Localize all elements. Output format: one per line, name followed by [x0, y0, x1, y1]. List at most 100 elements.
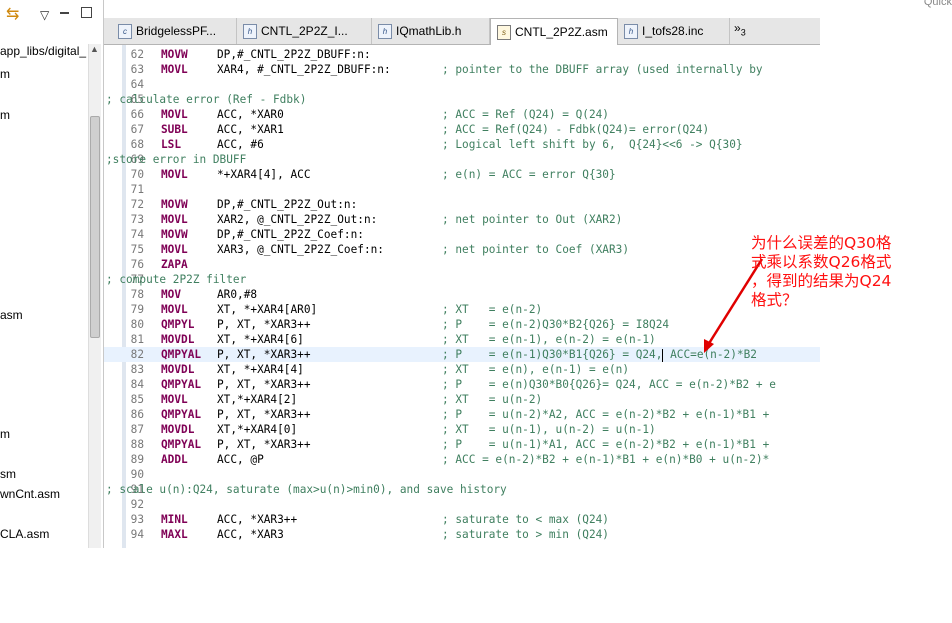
- tab-1[interactable]: c BridgelessPF...: [112, 18, 237, 44]
- code-text: MOVL *+XAR4[4], ACC ; e(n) = ACC = error Q…: [161, 167, 616, 182]
- code-line[interactable]: 73 MOVL XAR2, @_CNTL_2P2Z_Out:n: ; net poin…: [104, 212, 820, 227]
- code-line[interactable]: 66 MOVL ACC, *XAR0 ; ACC = Ref (Q24) = Q(24…: [104, 107, 820, 122]
- code-text: ; compute 2P2Z filter: [106, 272, 246, 287]
- tab-5[interactable]: h I_tofs28.inc: [618, 18, 730, 44]
- asm-file-icon: s: [497, 25, 511, 41]
- line-number: 70: [130, 168, 144, 181]
- instruction: QMPYAL: [161, 408, 202, 421]
- line-number: 73: [130, 213, 144, 226]
- instruction: MOVW: [161, 228, 188, 241]
- quick-access-area[interactable]: Quick: [820, 0, 952, 18]
- header-file-icon: h: [243, 24, 257, 40]
- code-line[interactable]: 71: [104, 182, 820, 197]
- code-line[interactable]: 83 MOVDL XT, *+XAR4[4] ; XT = e(n), e(n-1) …: [104, 362, 820, 377]
- code-line[interactable]: 64: [104, 77, 820, 92]
- operands: XT,*+XAR4[2]: [217, 393, 298, 406]
- code-text: LSL ACC, #6 ; Logical left shift by 6, Q{2…: [161, 137, 743, 152]
- code-text: ZAPA: [161, 257, 442, 272]
- line-number: 89: [130, 453, 144, 466]
- code-line[interactable]: 63 MOVL XAR4, #_CNTL_2P2Z_DBUFF:n: ; pointe…: [104, 62, 820, 77]
- tree-item[interactable]: m: [0, 108, 10, 122]
- comment: ; net pointer to Coef (XAR3): [442, 243, 630, 256]
- tree-item[interactable]: CLA.asm: [0, 527, 49, 541]
- line-number: 94: [130, 528, 144, 541]
- code-line[interactable]: 72 MOVW DP,#_CNTL_2P2Z_Out:n:: [104, 197, 820, 212]
- line-number: 72: [130, 198, 144, 211]
- operands: XAR4, #_CNTL_2P2Z_DBUFF:n:: [217, 63, 391, 76]
- code-line[interactable]: 67 SUBL ACC, *XAR1 ; ACC = Ref(Q24) - Fdbk(…: [104, 122, 820, 137]
- tab-label: CNTL_2P2Z.asm: [515, 25, 608, 39]
- code-line[interactable]: 92: [104, 497, 820, 512]
- scrollbar-thumb[interactable]: [90, 116, 100, 338]
- minimize-icon[interactable]: [60, 12, 69, 14]
- code-line[interactable]: 62 MOVW DP,#_CNTL_2P2Z_DBUFF:n:: [104, 47, 820, 62]
- view-menu-chevron-icon[interactable]: ▽: [40, 8, 49, 22]
- tree-item[interactable]: m: [0, 67, 10, 81]
- line-number: 90: [130, 468, 144, 481]
- code-text: ;store error in DBUFF: [106, 152, 246, 167]
- comment: ; e(n) = ACC = error Q{30}: [442, 168, 616, 181]
- line-number: 84: [130, 378, 144, 391]
- tab-overflow-button[interactable]: »3: [734, 21, 746, 37]
- comment: ; P = e(n)Q30*B0{Q26}= Q24, ACC = e(n-2)…: [442, 378, 776, 391]
- instruction: MOVL: [161, 393, 188, 406]
- line-number: 80: [130, 318, 144, 331]
- operands: AR0,#8: [217, 288, 258, 301]
- instruction: ZAPA: [161, 258, 188, 271]
- operands: XT, *+XAR4[AR0]: [217, 303, 318, 316]
- tab-label: CNTL_2P2Z_I...: [261, 24, 348, 38]
- tree-item[interactable]: wnCnt.asm: [0, 487, 60, 501]
- comment: ; XT = e(n-2): [442, 303, 543, 316]
- scroll-up-arrow-icon[interactable]: ▲: [90, 44, 99, 54]
- explorer-scrollbar[interactable]: ▲: [88, 44, 101, 548]
- instruction: QMPYAL: [161, 348, 202, 361]
- line-number: 82: [130, 348, 144, 361]
- code-line[interactable]: 91; scale u(n):Q24, saturate (max>u(n)>m…: [104, 482, 820, 497]
- code-line[interactable]: 86 QMPYAL P, XT, *XAR3++ ; P = u(n-2)*A2, A…: [104, 407, 820, 422]
- code-line[interactable]: 74 MOVW DP,#_CNTL_2P2Z_Coef:n:: [104, 227, 820, 242]
- tree-item[interactable]: app_libs/digital_: [0, 44, 86, 58]
- tree-item[interactable]: m: [0, 427, 10, 441]
- comment: ; P = e(n-2)Q30*B2{Q26} = I8Q24: [442, 318, 670, 331]
- overflow-chevron-icon: »: [734, 21, 741, 35]
- code-line[interactable]: 65; calculate error (Ref - Fdbk): [104, 92, 820, 107]
- instruction: LSL: [161, 138, 182, 151]
- tab-4[interactable]: s CNTL_2P2Z.asm: [490, 18, 618, 45]
- code-line[interactable]: 69 ;store error in DBUFF: [104, 152, 820, 167]
- code-line[interactable]: 70 MOVL *+XAR4[4], ACC ; e(n) = ACC = error…: [104, 167, 820, 182]
- code-line[interactable]: 90: [104, 467, 820, 482]
- code-text: MOVW DP,#_CNTL_2P2Z_DBUFF:n:: [161, 47, 442, 62]
- code-line[interactable]: 85 MOVL XT,*+XAR4[2] ; XT = u(n-2): [104, 392, 820, 407]
- instruction: MOVW: [161, 48, 188, 61]
- tab-label: BridgelessPF...: [136, 24, 217, 38]
- instruction: QMPYL: [161, 318, 195, 331]
- tab-3[interactable]: h IQmathLib.h: [372, 18, 490, 44]
- line-number: 93: [130, 513, 144, 526]
- link-with-editor-icon[interactable]: ⇆: [6, 6, 19, 24]
- code-line[interactable]: 94 MAXL ACC, *XAR3 ; saturate to > min (Q24…: [104, 527, 820, 542]
- comment: ; P = e(n-1)Q30*B1{Q26} = Q24,: [442, 348, 663, 361]
- tab-2[interactable]: h CNTL_2P2Z_I...: [237, 18, 372, 44]
- line-number: 76: [130, 258, 144, 271]
- operands: XAR2, @_CNTL_2P2Z_Out:n:: [217, 213, 378, 226]
- editor-tab-bar: c BridgelessPF... h CNTL_2P2Z_I... h IQmathLi…: [104, 18, 820, 45]
- code-line[interactable]: 84 QMPYAL P, XT, *XAR3++ ; P = e(n)Q30*B0{Q…: [104, 377, 820, 392]
- code-line[interactable]: 68 LSL ACC, #6 ; Logical left shift by 6, Q…: [104, 137, 820, 152]
- operands: ACC, *XAR3++: [217, 513, 298, 526]
- code-line[interactable]: 93 MINL ACC, *XAR3++ ; saturate to < max (Q…: [104, 512, 820, 527]
- maximize-icon[interactable]: [81, 7, 92, 18]
- code-line[interactable]: 89 ADDL ACC, @P ; ACC = e(n-2)*B2 + e(n-1)*…: [104, 452, 820, 467]
- comment: ; XT = u(n-1), u(n-2) = u(n-1): [442, 423, 656, 436]
- instruction: MOVDL: [161, 333, 195, 346]
- project-explorer-panel: ⇆ ▽ app_libs/digital_m m asm m sm wnCnt.asm CL…: [0, 0, 104, 548]
- tree-item[interactable]: asm: [0, 308, 23, 322]
- code-text: MOVL XT,*+XAR4[2] ; XT = u(n-2): [161, 392, 542, 407]
- code-line[interactable]: 88 QMPYAL P, XT, *XAR3++ ; P = u(n-1)*A1, A…: [104, 437, 820, 452]
- code-line[interactable]: 87 MOVDL XT,*+XAR4[0] ; XT = u(n-1), u(n-2)…: [104, 422, 820, 437]
- code-text: MOVW DP,#_CNTL_2P2Z_Out:n:: [161, 197, 442, 212]
- instruction: QMPYAL: [161, 378, 202, 391]
- tree-item[interactable]: sm: [0, 467, 16, 481]
